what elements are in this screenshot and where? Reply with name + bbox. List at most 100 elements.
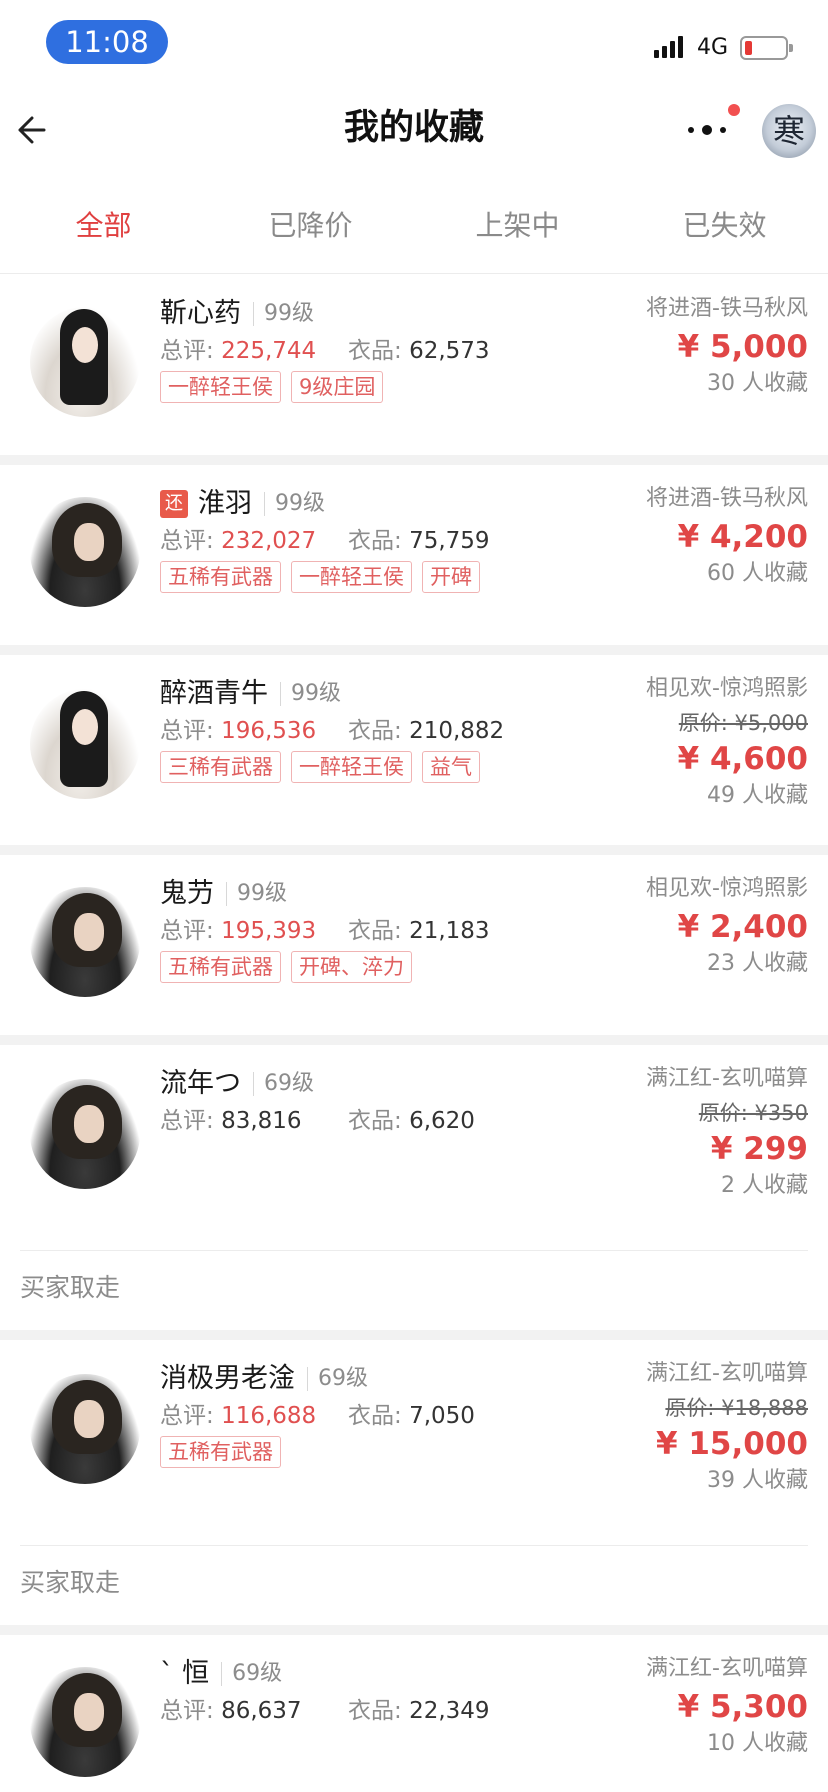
score-value: 225,744 bbox=[221, 338, 317, 364]
tab-on-sale[interactable]: 上架中 bbox=[414, 190, 621, 273]
item-separator bbox=[0, 1625, 828, 1635]
server-name: 满江红-玄叽喵算 bbox=[646, 1361, 808, 1386]
cloth-label: 衣品: bbox=[348, 1108, 402, 1134]
score-value: 83,816 bbox=[221, 1108, 302, 1134]
favorite-item[interactable]: 还淮羽 99级 总评: 232,027 衣品: 75,759 五稀有武器 一醉轻王侯 开碑 将… bbox=[0, 465, 828, 645]
tab-all[interactable]: 全部 bbox=[0, 190, 207, 273]
server-name: 满江红-玄叽喵算 bbox=[646, 1656, 808, 1681]
score-label: 总评: bbox=[160, 338, 214, 364]
signal-icon bbox=[654, 34, 688, 58]
nav-bar: 我的收藏 寒 bbox=[0, 86, 828, 176]
divider bbox=[20, 1545, 808, 1546]
character-level: 69级 bbox=[264, 1070, 314, 1096]
original-price: 原价: ¥5,000 bbox=[678, 711, 808, 735]
price-block: 将进酒-铁马秋风 ¥ 5,000 30 人收藏 bbox=[548, 291, 808, 401]
buyer-taken-label: 买家取走 bbox=[20, 1273, 121, 1302]
name-row: 靳心药 99级 bbox=[160, 293, 314, 333]
name-row: 还淮羽 99级 bbox=[160, 483, 325, 523]
bargain-badge: 还 bbox=[160, 489, 188, 518]
tab-expired[interactable]: 已失效 bbox=[621, 190, 828, 273]
favorite-count: 49 人收藏 bbox=[707, 783, 808, 808]
stats-row: 总评: 195,393 衣品: 21,183 bbox=[160, 913, 520, 949]
score-value: 86,637 bbox=[221, 1698, 302, 1724]
score-label: 总评: bbox=[160, 1698, 214, 1724]
attribute-tag: 三稀有武器 bbox=[160, 751, 281, 783]
cloth-value: 6,620 bbox=[409, 1108, 475, 1134]
cloth-value: 75,759 bbox=[409, 528, 490, 554]
divider bbox=[20, 1250, 808, 1251]
character-name: 流年つ bbox=[160, 1067, 241, 1099]
stats-row: 总评: 116,688 衣品: 7,050 bbox=[160, 1398, 520, 1434]
favorite-item[interactable]: 流年つ 69级 总评: 83,816 衣品: 6,620 满江红-玄叽喵算 原价: ¥35… bbox=[0, 1045, 828, 1330]
name-row: 消极男老淦 69级 bbox=[160, 1358, 368, 1398]
favorite-item[interactable]: 醉酒青牛 99级 总评: 196,536 衣品: 210,882 三稀有武器 一醉轻王侯益… bbox=[0, 655, 828, 845]
character-name: 鬼芀 bbox=[160, 877, 214, 909]
cloth-label: 衣品: bbox=[348, 338, 402, 364]
stats-row: 总评: 196,536 衣品: 210,882 bbox=[160, 713, 520, 749]
cloth-label: 衣品: bbox=[348, 1698, 402, 1724]
user-avatar[interactable]: 寒 bbox=[762, 104, 816, 158]
male-avatar bbox=[30, 1079, 140, 1189]
price: ¥ 15,000 bbox=[656, 1426, 808, 1462]
stats-row: 总评: 86,637 衣品: 22,349 bbox=[160, 1693, 520, 1729]
cloth-label: 衣品: bbox=[348, 718, 402, 744]
character-name: 靳心药 bbox=[160, 297, 241, 329]
score-value: 196,536 bbox=[221, 718, 317, 744]
name-row: 鬼芀 99级 bbox=[160, 873, 287, 913]
score-label: 总评: bbox=[160, 1403, 214, 1429]
character-level: 99级 bbox=[275, 490, 325, 516]
favorite-count: 10 人收藏 bbox=[707, 1731, 808, 1756]
favorite-item[interactable]: 鬼芀 99级 总评: 195,393 衣品: 21,183 五稀有武器 开碑、淬力 相见欢-… bbox=[0, 855, 828, 1035]
original-price: 原价: ¥18,888 bbox=[665, 1396, 808, 1420]
score-value: 116,688 bbox=[221, 1403, 317, 1429]
favorite-count: 23 人收藏 bbox=[707, 951, 808, 976]
price-block: 相见欢-惊鸿照影 原价: ¥5,000 ¥ 4,600 49 人收藏 bbox=[548, 671, 808, 813]
server-name: 将进酒-铁马秋风 bbox=[646, 296, 808, 321]
item-separator bbox=[0, 845, 828, 855]
attribute-tag: 五稀有武器 bbox=[160, 561, 281, 593]
favorite-count: 2 人收藏 bbox=[721, 1173, 808, 1198]
attribute-tag: 五稀有武器 bbox=[160, 1436, 281, 1468]
character-level: 69级 bbox=[318, 1365, 368, 1391]
status-time: 11:08 bbox=[46, 20, 168, 64]
score-label: 总评: bbox=[160, 1108, 214, 1134]
character-name: ˋ 恒 bbox=[160, 1657, 210, 1689]
male-avatar bbox=[30, 1667, 140, 1777]
cloth-label: 衣品: bbox=[348, 528, 402, 554]
tag-list: 三稀有武器 一醉轻王侯 益气 bbox=[160, 751, 490, 783]
score-label: 总评: bbox=[160, 528, 214, 554]
favorite-item[interactable]: ˋ 恒 69级 总评: 86,637 衣品: 22,349 满江红-玄叽喵算 ¥ 5,30… bbox=[0, 1635, 828, 1792]
name-row: 醉酒青牛 99级 bbox=[160, 673, 341, 713]
attribute-tag: 益气 bbox=[422, 751, 480, 783]
tab-price-drop[interactable]: 已降价 bbox=[207, 190, 414, 273]
cloth-label: 衣品: bbox=[348, 1403, 402, 1429]
favorite-count: 30 人收藏 bbox=[707, 371, 808, 396]
cloth-label: 衣品: bbox=[348, 918, 402, 944]
attribute-tag: 开碑、淬力 bbox=[291, 951, 412, 983]
female-avatar bbox=[30, 307, 140, 417]
score-label: 总评: bbox=[160, 718, 214, 744]
tag-list: 一醉轻王侯 9级庄园 bbox=[160, 371, 393, 403]
favorite-item[interactable]: 靳心药 99级总评: 225,744 衣品: 62,573 一醉轻王侯 9级庄园 将进酒-… bbox=[0, 275, 828, 455]
character-name: 消极男老淦 bbox=[160, 1362, 295, 1394]
server-name: 将进酒-铁马秋风 bbox=[646, 486, 808, 511]
stats-row: 总评: 225,744 衣品: 62,573 bbox=[160, 333, 520, 369]
cloth-value: 62,573 bbox=[409, 338, 490, 364]
more-dots-icon[interactable] bbox=[682, 104, 740, 144]
price-block: 将进酒-铁马秋风 ¥ 4,200 60 人收藏 bbox=[548, 481, 808, 591]
name-row: 流年つ 69级 bbox=[160, 1063, 314, 1103]
price-block: 相见欢-惊鸿照影 ¥ 2,400 23 人收藏 bbox=[548, 871, 808, 981]
price: ¥ 5,000 bbox=[677, 329, 808, 365]
price: ¥ 4,600 bbox=[677, 741, 808, 777]
score-value: 232,027 bbox=[221, 528, 317, 554]
male-avatar bbox=[30, 887, 140, 997]
male-avatar bbox=[30, 1374, 140, 1484]
stats-row: 总评: 83,816 衣品: 6,620 bbox=[160, 1103, 520, 1139]
filter-tabs: 全部 已降价 上架中 已失效 bbox=[0, 190, 828, 274]
character-level: 99级 bbox=[264, 300, 314, 326]
favorite-item[interactable]: 消极男老淦 69级 总评: 116,688 衣品: 7,050 五稀有武器 满江红-玄叽喵… bbox=[0, 1340, 828, 1625]
attribute-tag: 一醉轻王侯 bbox=[160, 371, 281, 403]
character-level: 99级 bbox=[291, 680, 341, 706]
price: ¥ 4,200 bbox=[677, 519, 808, 555]
notification-dot bbox=[728, 104, 740, 116]
